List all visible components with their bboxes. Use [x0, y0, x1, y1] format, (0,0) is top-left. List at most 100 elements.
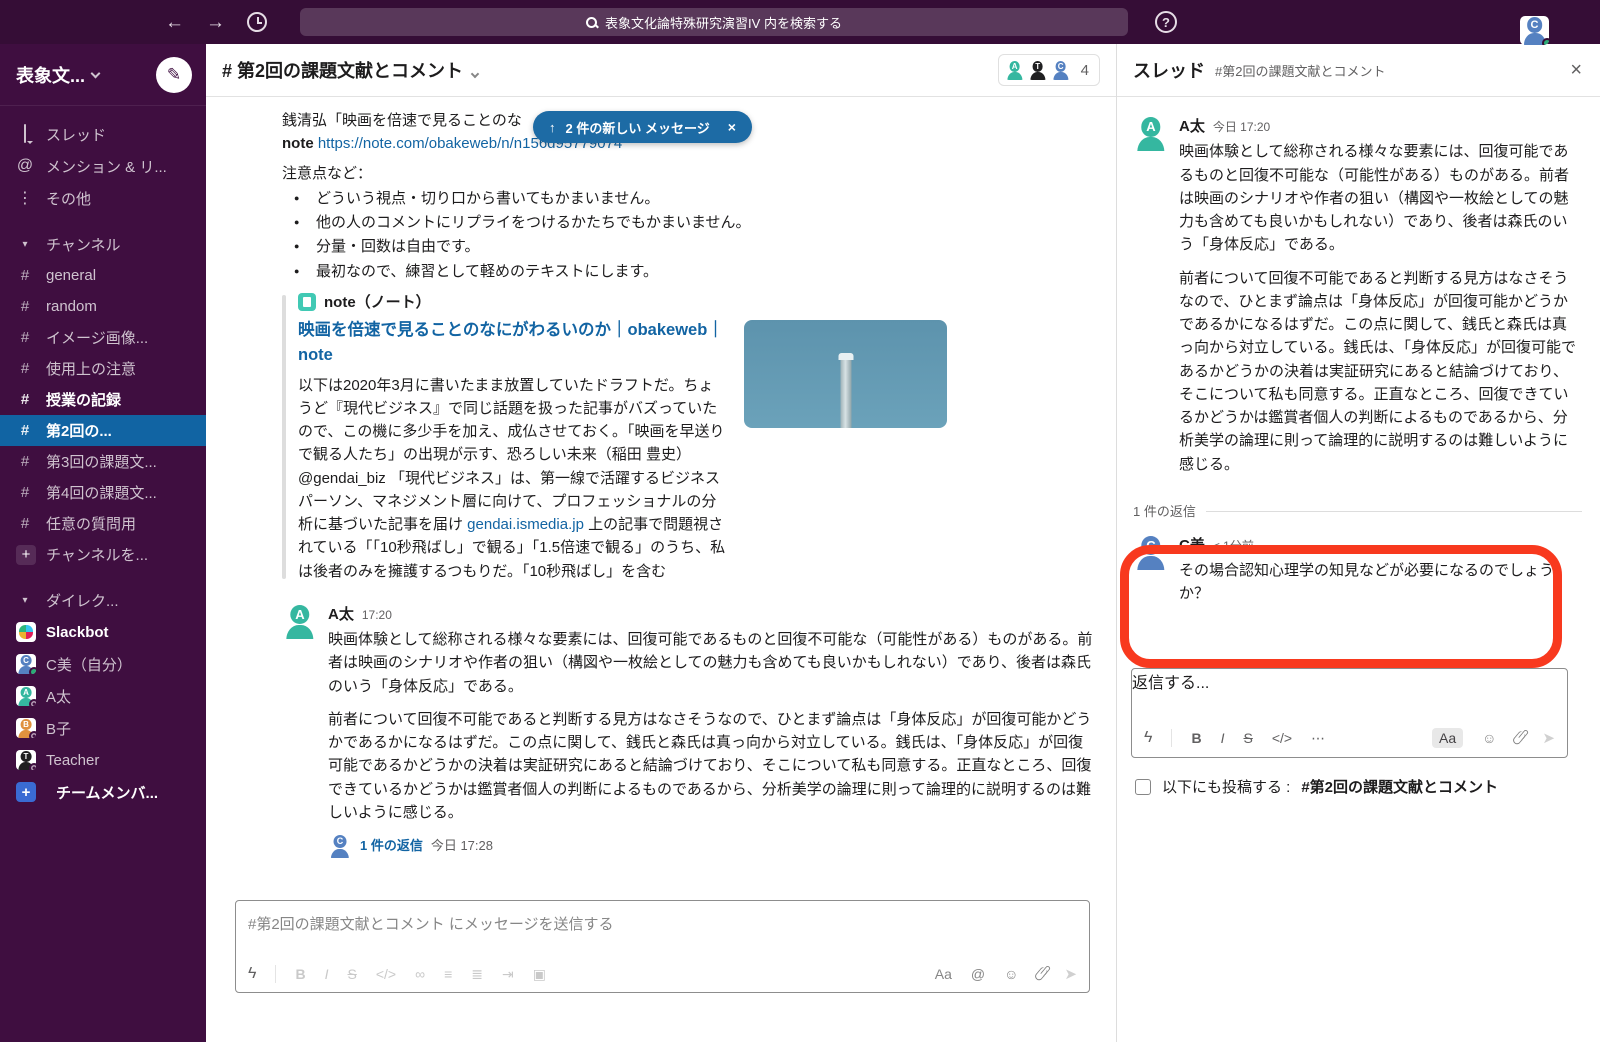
thread-reply-link[interactable]: C 1 件の返信 今日 17:28 — [328, 834, 1096, 858]
code-block-button[interactable]: ▣ — [533, 966, 546, 983]
close-icon[interactable]: × — [728, 119, 736, 135]
thread-title: スレッド — [1133, 57, 1205, 83]
reply-avatar: C — [328, 834, 352, 858]
message-author[interactable]: C美 — [1179, 534, 1205, 557]
strikethrough-button[interactable]: S — [347, 966, 356, 982]
italic-button[interactable]: I — [1221, 730, 1225, 746]
sidebar-channel-usage-notes[interactable]: #使用上の注意 — [0, 353, 206, 384]
sidebar-item-mentions[interactable]: @ メンション & リ... — [0, 150, 206, 182]
avatar: C — [16, 654, 36, 674]
sidebar-channel-questions[interactable]: #任意の質問用 — [0, 508, 206, 539]
composer-placeholder[interactable]: 返信する... — [1132, 669, 1567, 693]
hash-icon: # — [16, 360, 34, 377]
send-button[interactable]: ➤ — [1064, 965, 1077, 983]
new-messages-pill[interactable]: ↑ 2 件の新しい メッセージ × — [533, 111, 752, 143]
member-avatar: C — [1051, 60, 1071, 80]
channel-title[interactable]: # 第2回の課題文献とコメント — [222, 57, 478, 83]
workspace-header[interactable]: 表象文... ✎ — [0, 44, 206, 106]
blockquote-button[interactable]: ⇥ — [502, 966, 514, 983]
hash-icon: # — [16, 298, 34, 315]
hash-icon: # — [16, 453, 34, 470]
sidebar-channel-session2-active[interactable]: #第2回の... — [0, 415, 206, 446]
dm-a[interactable]: A A太 — [0, 680, 206, 712]
composer-placeholder[interactable]: #第2回の課題文献とコメント にメッセージを送信する — [236, 901, 1089, 934]
bullet-list: どういう視点・切り口から書いてもかまいません。 他の人のコメントにリプライをつけ… — [292, 187, 1096, 283]
bullet-list-button[interactable]: ≣ — [471, 966, 483, 983]
compose-button[interactable]: ✎ — [156, 57, 192, 93]
emoji-button[interactable]: ☺ — [1004, 966, 1018, 982]
attachment-icon[interactable] — [1034, 966, 1049, 982]
sidebar-item-threads[interactable]: スレッド — [0, 118, 206, 150]
user-avatar[interactable]: C — [1520, 16, 1549, 45]
message-timestamp[interactable]: 今日 17:20 — [1213, 118, 1270, 137]
dm-section-header[interactable]: ▾ ダイレク... — [0, 584, 206, 616]
sidebar-channel-session4[interactable]: #第4回の課題文... — [0, 477, 206, 508]
search-input[interactable]: 表象文化論特殊研究演習IV 内を検索する — [300, 8, 1128, 36]
dm-slackbot[interactable]: Slackbot — [0, 616, 206, 648]
message-author[interactable]: A太 — [328, 603, 354, 626]
thread-reply-message: C C美 < 1分前 その場合認知心理学の知見などが必要になるのでしょうか？ — [1133, 534, 1582, 616]
message-composer[interactable]: #第2回の課題文献とコメント にメッセージを送信する ϟ B I S </> ∞… — [235, 900, 1090, 993]
search-text: 表象文化論特殊研究演習IV 内を検索する — [605, 13, 842, 32]
sidebar-item-more[interactable]: ⋮ その他 — [0, 182, 206, 214]
avatar[interactable]: A — [282, 603, 318, 639]
presence-online-dot — [29, 667, 36, 674]
message: A A太 17:20 映画体験として総称される様々な要素には、回復可能であるもの… — [282, 603, 1096, 858]
emoji-button[interactable]: ☺ — [1482, 730, 1496, 746]
history-back-button[interactable]: ← — [165, 13, 184, 32]
ordered-list-button[interactable]: ≡ — [444, 966, 452, 982]
sidebar-channel-class-records[interactable]: #授業の記録 — [0, 384, 206, 415]
history-forward-button[interactable]: → — [206, 13, 225, 32]
hash-icon: # — [16, 484, 34, 501]
code-button[interactable]: </> — [1272, 730, 1292, 746]
slackbot-icon — [16, 622, 36, 642]
bold-button[interactable]: B — [1191, 730, 1201, 746]
card-title-link[interactable]: 映画を倍速で見ることのなにがわるいのか｜obakeweb｜note — [298, 318, 726, 368]
history-clock-icon[interactable] — [247, 12, 267, 32]
workspace-name: 表象文... — [16, 62, 85, 88]
dm-b[interactable]: B B子 — [0, 712, 206, 744]
sidebar-channel-general[interactable]: #general — [0, 260, 206, 291]
message-timestamp[interactable]: < 1分前 — [1213, 537, 1254, 556]
sidebar-channel-images[interactable]: #イメージ画像... — [0, 322, 206, 353]
add-channel-button[interactable]: +チャンネルを... — [0, 539, 206, 570]
strikethrough-button[interactable]: S — [1243, 730, 1252, 746]
shortcuts-icon[interactable]: ϟ — [1144, 729, 1152, 747]
message-timestamp[interactable]: 17:20 — [362, 606, 392, 625]
close-icon[interactable]: × — [1570, 59, 1582, 82]
dm-self[interactable]: C C美（自分） — [0, 648, 206, 680]
help-button[interactable]: ? — [1155, 11, 1177, 33]
bold-button[interactable]: B — [295, 966, 305, 982]
member-count-button[interactable]: A T C 4 — [998, 54, 1100, 86]
reply-composer[interactable]: 返信する... ϟ B I S </> ⋯ Aa ☺ ➤ — [1131, 668, 1568, 758]
avatar: A — [16, 686, 36, 706]
code-button[interactable]: </> — [376, 966, 396, 982]
also-send-checkbox[interactable] — [1135, 779, 1151, 795]
message: 銭清弘「映画を倍速で見ることのな note https://note.com/o… — [282, 109, 1096, 583]
sidebar-channel-random[interactable]: #random — [0, 291, 206, 322]
attachment-icon[interactable] — [1512, 730, 1527, 746]
thread-header: スレッド #第2回の課題文献とコメント × — [1117, 44, 1600, 97]
format-toggle-button[interactable]: Aa — [935, 966, 952, 982]
more-button[interactable]: ⋯ — [1311, 730, 1325, 747]
add-members-button[interactable]: + チームメンバ... — [0, 776, 206, 808]
note-site-icon — [298, 293, 316, 311]
channels-section-header[interactable]: ▾ チャンネル — [0, 228, 206, 260]
presence-online-dot — [1542, 38, 1549, 45]
mention-button[interactable]: @ — [971, 966, 985, 982]
avatar[interactable]: A — [1133, 115, 1169, 151]
message-author[interactable]: A太 — [1179, 115, 1205, 138]
thread-channel-name[interactable]: #第2回の課題文献とコメント — [1215, 61, 1385, 80]
format-toggle-button[interactable]: Aa — [1432, 728, 1463, 748]
italic-button[interactable]: I — [325, 966, 329, 982]
shortcuts-icon[interactable]: ϟ — [248, 965, 256, 983]
card-thumbnail-image[interactable] — [744, 320, 947, 428]
sidebar-channel-session3[interactable]: #第3回の課題文... — [0, 446, 206, 477]
avatar[interactable]: C — [1133, 534, 1169, 570]
gendai-link[interactable]: gendai.ismedia.jp — [467, 516, 584, 533]
also-send-channel: #第2回の課題文献とコメント — [1301, 776, 1498, 797]
send-button[interactable]: ➤ — [1542, 729, 1555, 747]
bullet-item: 最初なので、練習として軽めのテキストにします。 — [292, 260, 1096, 283]
link-button[interactable]: ∞ — [415, 966, 425, 982]
dm-teacher[interactable]: T Teacher — [0, 744, 206, 776]
